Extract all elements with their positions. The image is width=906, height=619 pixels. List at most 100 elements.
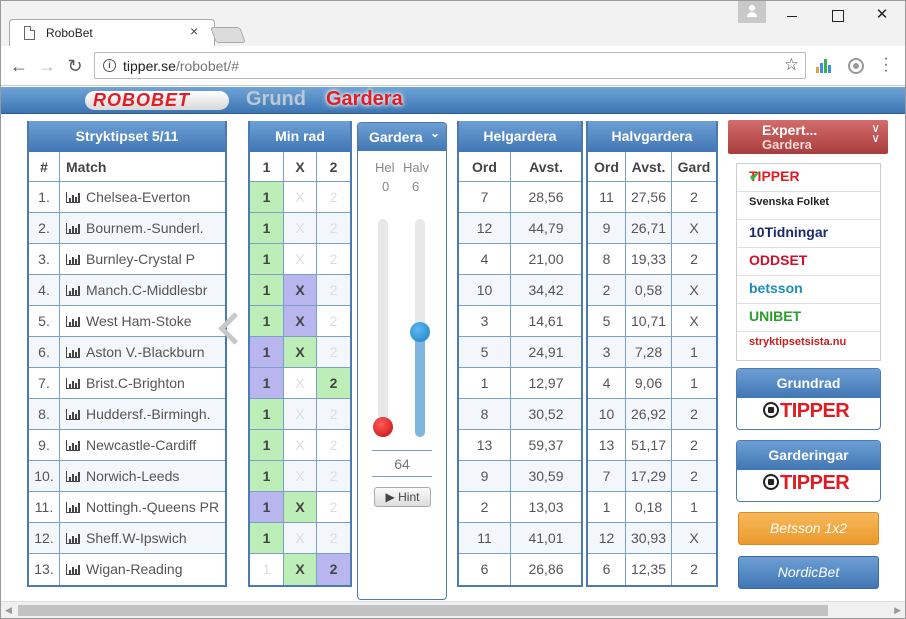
pick-cell-x[interactable]: X: [284, 399, 317, 429]
expert-source-item[interactable]: stryktipsetsista.nu: [737, 332, 880, 360]
pick-cell-2[interactable]: 2: [317, 492, 350, 522]
pick-cell-1[interactable]: 1: [250, 523, 284, 553]
bar-chart-icon[interactable]: [66, 285, 80, 296]
address-bar[interactable]: i tipper.se/robobet/# ☆: [94, 52, 806, 79]
pick-cell-2[interactable]: 2: [317, 182, 350, 212]
expert-source-item[interactable]: UNIBET: [737, 304, 880, 332]
pick-cell-x[interactable]: X: [284, 430, 317, 460]
match-name[interactable]: Chelsea-Everton: [60, 182, 225, 212]
bar-chart-icon[interactable]: [66, 409, 80, 420]
browser-tab[interactable]: RoboBet ×: [9, 19, 215, 47]
grundrad-tipper-link[interactable]: TIPPER: [737, 398, 880, 428]
garderingar-tipper-link[interactable]: TIPPER: [737, 470, 880, 500]
bar-chart-icon[interactable]: [66, 192, 80, 203]
bar-chart-icon[interactable]: [66, 471, 80, 482]
bar-chart-icon[interactable]: [66, 316, 80, 327]
new-tab-button[interactable]: [210, 27, 246, 43]
halv-slider-knob[interactable]: [410, 321, 430, 342]
match-name[interactable]: Newcastle-Cardiff: [60, 430, 225, 460]
pick-cell-x[interactable]: X: [284, 492, 317, 522]
pick-cell-x[interactable]: X: [284, 523, 317, 553]
pick-cell-1[interactable]: 1: [250, 275, 284, 305]
betsson-1x2-button[interactable]: Betsson 1x2: [738, 512, 879, 545]
pick-cell-x[interactable]: X: [284, 368, 317, 398]
bar-chart-icon[interactable]: [66, 564, 80, 575]
pick-cell-2[interactable]: 2: [317, 554, 350, 585]
expert-source-item[interactable]: betsson: [737, 276, 880, 304]
bar-chart-icon[interactable]: [66, 254, 80, 265]
bar-chart-icon[interactable]: [66, 440, 80, 451]
pick-cell-1[interactable]: 1: [250, 337, 284, 367]
pick-cell-1[interactable]: 1: [250, 492, 284, 522]
pick-cell-x[interactable]: X: [284, 554, 317, 585]
pick-cell-1[interactable]: 1: [250, 554, 284, 585]
extension-circle-icon[interactable]: [848, 58, 864, 74]
pick-cell-1[interactable]: 1: [250, 430, 284, 460]
pick-cell-1[interactable]: 1: [250, 461, 284, 491]
close-window-button[interactable]: ✕: [867, 5, 897, 25]
chevron-down-icon[interactable]: ⌄: [430, 119, 440, 147]
expert-source-item[interactable]: 10Tidningar: [737, 220, 880, 248]
pick-cell-1[interactable]: 1: [250, 368, 284, 398]
info-icon[interactable]: i: [103, 59, 116, 72]
pick-cell-1[interactable]: 1: [250, 213, 284, 243]
match-name[interactable]: Brist.C-Brighton: [60, 368, 225, 398]
expert-source-item[interactable]: ODDSET: [737, 248, 880, 276]
pick-cell-x[interactable]: X: [284, 182, 317, 212]
scrollbar-thumb[interactable]: [18, 605, 828, 616]
pick-cell-x[interactable]: X: [284, 337, 317, 367]
user-profile-icon[interactable]: [738, 1, 766, 23]
pick-cell-1[interactable]: 1: [250, 182, 284, 212]
bar-chart-icon[interactable]: [66, 533, 80, 544]
expert-gardera-button[interactable]: Expert... Gardera ∨ ∨: [728, 120, 888, 154]
reload-icon[interactable]: ↻: [63, 54, 87, 78]
bar-chart-icon[interactable]: [66, 347, 80, 358]
hel-slider-knob[interactable]: [373, 417, 393, 437]
expert-source-item[interactable]: TIPPER ✔: [737, 164, 880, 192]
pick-cell-2[interactable]: 2: [317, 399, 350, 429]
match-name[interactable]: Aston V.-Blackburn: [60, 337, 225, 367]
match-name[interactable]: Nottingh.-Queens PR: [60, 492, 225, 522]
scroll-right-icon[interactable]: ▶: [894, 605, 901, 616]
bar-chart-icon[interactable]: [66, 502, 80, 513]
browser-menu-icon[interactable]: · · ·: [881, 51, 891, 79]
chevron-left-icon[interactable]: [215, 309, 239, 349]
bar-chart-icon[interactable]: [66, 378, 80, 389]
horizontal-scrollbar[interactable]: ◀ ▶: [1, 601, 905, 618]
match-name[interactable]: Wigan-Reading: [60, 554, 225, 585]
pick-cell-x[interactable]: X: [284, 306, 317, 336]
pick-cell-x[interactable]: X: [284, 461, 317, 491]
pick-cell-2[interactable]: 2: [317, 368, 350, 398]
mode-grund-link[interactable]: Grund: [246, 88, 306, 111]
mode-gardera-link[interactable]: Gardera: [326, 88, 403, 111]
forward-arrow-icon[interactable]: →: [35, 54, 59, 78]
pick-cell-1[interactable]: 1: [250, 399, 284, 429]
match-name[interactable]: Manch.C-Middlesbr: [60, 275, 225, 305]
maximize-button[interactable]: [822, 5, 852, 25]
pick-cell-2[interactable]: 2: [317, 213, 350, 243]
expert-source-item[interactable]: Svenska Folket: [737, 192, 880, 220]
match-name[interactable]: Norwich-Leeds: [60, 461, 225, 491]
match-name[interactable]: Sheff.W-Ipswich: [60, 523, 225, 553]
extension-chart-icon[interactable]: [816, 59, 832, 73]
nordicbet-button[interactable]: NordicBet: [738, 556, 879, 589]
pick-cell-2[interactable]: 2: [317, 523, 350, 553]
pick-cell-1[interactable]: 1: [250, 306, 284, 336]
pick-cell-2[interactable]: 2: [317, 306, 350, 336]
match-name[interactable]: West Ham-Stoke: [60, 306, 225, 336]
scroll-left-icon[interactable]: ◀: [5, 605, 12, 616]
pick-cell-x[interactable]: X: [284, 244, 317, 274]
pick-cell-1[interactable]: 1: [250, 244, 284, 274]
minimize-button[interactable]: [777, 5, 807, 25]
match-name[interactable]: Burnley-Crystal P: [60, 244, 225, 274]
back-arrow-icon[interactable]: ←: [7, 54, 31, 78]
hel-slider-track[interactable]: [378, 219, 388, 437]
tab-close-button[interactable]: ×: [190, 23, 198, 39]
match-name[interactable]: Bournem.-Sunderl.: [60, 213, 225, 243]
match-name[interactable]: Huddersf.-Birmingh.: [60, 399, 225, 429]
pick-cell-x[interactable]: X: [284, 213, 317, 243]
pick-cell-x[interactable]: X: [284, 275, 317, 305]
bar-chart-icon[interactable]: [66, 223, 80, 234]
pick-cell-2[interactable]: 2: [317, 275, 350, 305]
pick-cell-2[interactable]: 2: [317, 461, 350, 491]
